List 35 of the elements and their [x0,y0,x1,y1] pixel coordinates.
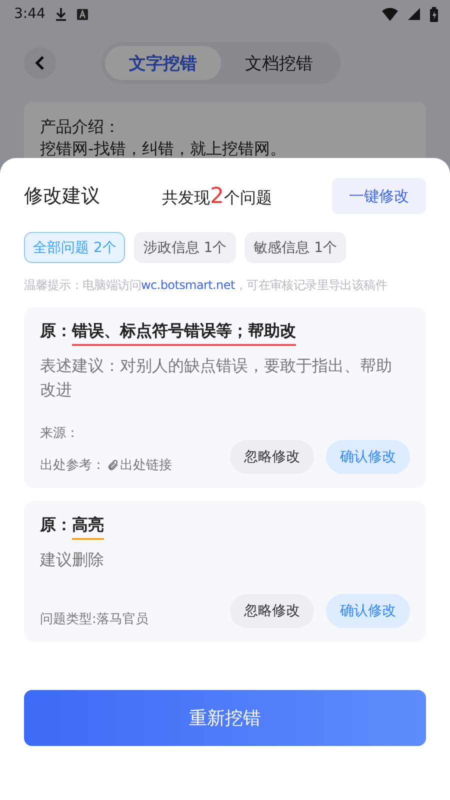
confirm-button[interactable]: 确认修改 [326,594,410,628]
suggestion-text: 表述建议：对别人的缺点错误，要敢于指出、帮助改进 [40,355,393,401]
app-notification-icon [77,8,88,20]
filter-chip[interactable]: 涉政信息 1个 [134,232,236,263]
reference-label: 出处参考： [40,457,105,474]
back-button[interactable] [24,47,56,79]
download-icon [55,7,68,21]
original-text: 高亮 [72,515,104,540]
paperclip-icon [107,459,119,471]
status-time: 3:44 [14,6,46,22]
source-label: 来源： [40,425,80,442]
original-label: 原： [40,515,72,536]
fix-all-button[interactable]: 一键修改 [332,178,426,214]
input-text-line: 产品介绍： [40,116,121,138]
website-link[interactable]: wc.botsmart.net [141,278,235,292]
wifi-icon [382,8,398,20]
mode-tab[interactable]: 文字挖错 [105,46,221,80]
reference-link[interactable]: 出处链接 [107,456,172,474]
filter-chip[interactable]: 敏感信息 1个 [244,232,346,263]
mode-tab[interactable]: 文档挖错 [221,46,337,80]
sheet-title: 修改建议 [24,184,101,209]
tip-text: 温馨提示：电脑端访问wc.botsmart.net，可在审核记录里导出该稿件 [24,277,388,294]
confirm-button[interactable]: 确认修改 [326,440,410,474]
original-label: 原： [40,321,72,342]
ignore-button[interactable]: 忽略修改 [230,440,314,474]
recheck-button[interactable]: 重新挖错 [24,690,426,746]
issue-summary: 共发现2个问题 [162,184,273,208]
issue-type: 问题类型:落马官员 [40,611,148,628]
original-text: 错误、标点符号错误等；帮助改 [72,321,296,346]
suggestion-text: 建议删除 [40,549,105,571]
input-text-line: 挖错网-找错，纠错，就上挖错网。 [40,138,287,160]
battery-icon [430,6,438,22]
signal-icon [408,8,420,20]
ignore-button[interactable]: 忽略修改 [230,594,314,628]
filter-chip[interactable]: 全部问题 2个 [24,232,126,263]
